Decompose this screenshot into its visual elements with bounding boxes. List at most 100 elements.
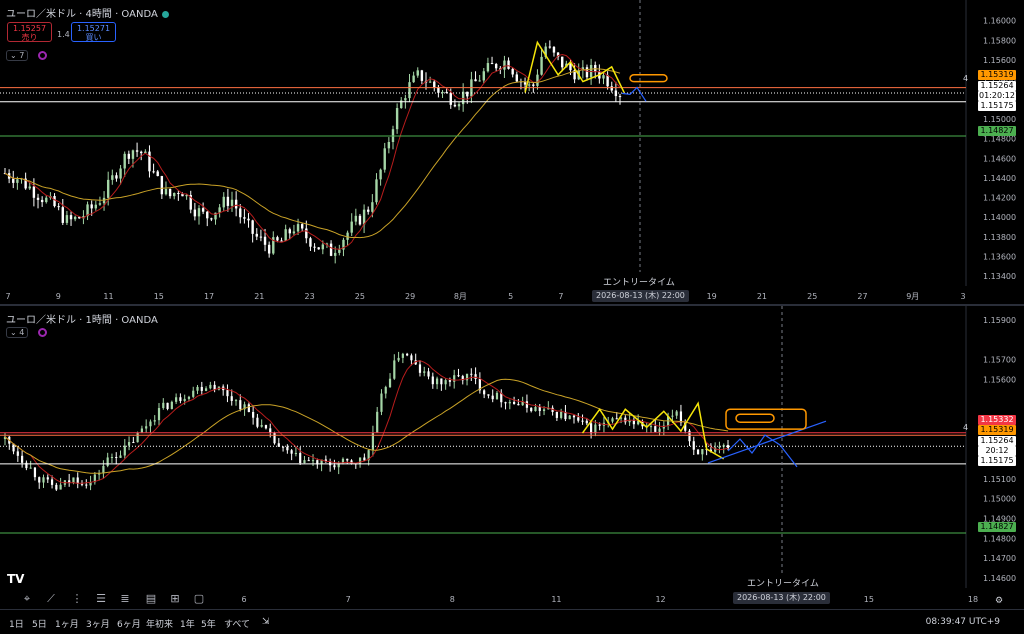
candle-body xyxy=(170,401,173,409)
clock[interactable]: 08:39:47 UTC+9 xyxy=(926,617,1000,627)
fib-channel-icon[interactable]: ≣ xyxy=(118,592,132,606)
line-label: 4 xyxy=(963,423,969,432)
candle-body xyxy=(581,420,584,422)
indicator-settings-icon[interactable] xyxy=(38,328,47,337)
projection-path xyxy=(621,86,647,102)
candle-body xyxy=(226,390,229,397)
crosshair-icon[interactable]: ⌖ xyxy=(20,592,34,606)
candle-body xyxy=(517,403,520,406)
indicator-toggle-1h[interactable]: ⌄ 4 xyxy=(6,327,29,338)
candle-body xyxy=(12,178,15,183)
candle-body xyxy=(290,450,293,454)
price-tag-white: 1.15175 xyxy=(978,456,1016,466)
trend-line xyxy=(707,420,827,464)
buy-button[interactable]: 1.15271 買い xyxy=(71,22,116,42)
candle-body xyxy=(408,82,411,99)
candle-body xyxy=(40,199,44,203)
candle-body xyxy=(98,203,102,205)
candle-body xyxy=(354,215,358,222)
timeframe-1m[interactable]: 1ヶ月 xyxy=(55,617,79,630)
timeframe-6m[interactable]: 6ヶ月 xyxy=(117,617,141,630)
candle-body xyxy=(94,204,98,209)
candle-body xyxy=(397,357,400,361)
date-axis-tick: 27 xyxy=(857,292,867,301)
chart-title-4h: ユーロ／米ドル · 4時間 · OANDA xyxy=(6,5,169,20)
price-tag-current: 1.15264 xyxy=(978,81,1016,91)
projection-path xyxy=(727,434,798,468)
chart-pane-4h[interactable]: 1.160001.158001.156001.154001.152001.150… xyxy=(0,0,1024,305)
candle-body xyxy=(321,244,325,250)
date-axis-tick: 21 xyxy=(757,292,767,301)
rect-icon[interactable]: ▢ xyxy=(192,592,206,606)
candle-body xyxy=(530,407,533,412)
date-range-icon[interactable]: ⇲ xyxy=(262,617,270,627)
timeframe-5d[interactable]: 5日 xyxy=(32,617,47,630)
price-axis-tick: 1.14700 xyxy=(983,554,1016,563)
candle-body xyxy=(383,148,386,170)
chart-canvas-1h[interactable]: 1.159001.157001.156001.154001.152001.151… xyxy=(0,306,1024,608)
price-axis-tick: 1.16000 xyxy=(983,17,1016,26)
price-axis-tick: 1.14600 xyxy=(983,574,1016,583)
candle-body xyxy=(115,457,118,459)
chart-pane-1h[interactable]: 1.159001.157001.156001.154001.152001.151… xyxy=(0,306,1024,608)
date-axis-tick: 8月 xyxy=(454,292,467,301)
candle-body xyxy=(140,151,143,154)
date-axis-tick: 21 xyxy=(254,292,264,301)
candle-body xyxy=(280,240,283,242)
candle-body xyxy=(404,98,407,101)
candle-body xyxy=(395,108,399,130)
date-axis-tick: 18 xyxy=(968,595,978,604)
candle-body xyxy=(183,398,186,401)
candle-body xyxy=(420,70,424,81)
price-tag-orange: 1.15319 xyxy=(978,425,1016,435)
candle-body xyxy=(654,426,657,432)
timeframe-1y[interactable]: 1年 xyxy=(180,617,195,630)
price-axis-tick: 1.15900 xyxy=(983,316,1016,325)
candle-body xyxy=(555,411,558,418)
candle-body xyxy=(594,424,597,434)
candle-body xyxy=(363,457,366,461)
candle-body xyxy=(624,417,627,423)
channel-icon[interactable]: ⋮ xyxy=(70,592,84,606)
candle-body xyxy=(393,360,396,379)
candle-body xyxy=(431,376,434,385)
chart-canvas-4h[interactable]: 1.160001.158001.156001.154001.152001.150… xyxy=(0,0,1024,305)
timeframe-3m[interactable]: 3ヶ月 xyxy=(86,617,110,630)
fib-icon[interactable]: ☰ xyxy=(94,592,108,606)
bottom-bar: 1日 5日 1ヶ月 3ヶ月 6ヶ月 年初来 1年 5年 すべて ⇲ 08:39:… xyxy=(0,596,1024,634)
candle-body xyxy=(269,428,272,433)
timeframe-5y[interactable]: 5年 xyxy=(201,617,216,630)
candle-body xyxy=(692,441,695,450)
date-axis-tick: 12 xyxy=(655,595,665,604)
candle-body xyxy=(701,449,704,455)
candle-body xyxy=(568,415,571,420)
candle-body xyxy=(333,465,336,468)
candle-body xyxy=(234,199,238,209)
candle-body xyxy=(418,364,422,373)
price-tag-orange: 1.15319 xyxy=(978,70,1016,80)
date-axis-tick: 29 xyxy=(405,292,415,301)
candle-body xyxy=(658,428,661,432)
candle-body xyxy=(376,411,379,433)
candle-body xyxy=(508,401,511,404)
grid-icon[interactable]: ⊞ xyxy=(168,592,182,606)
timeframe-1d[interactable]: 1日 xyxy=(9,617,24,630)
date-axis-tick: 15 xyxy=(154,292,164,301)
pattern-icon[interactable]: ▤ xyxy=(144,592,158,606)
price-axis-tick: 1.14000 xyxy=(983,213,1016,222)
trendline-icon[interactable]: ⟋ xyxy=(44,592,58,606)
candle-body xyxy=(33,467,37,478)
candle-body xyxy=(470,373,473,375)
timeframe-ytd[interactable]: 年初来 xyxy=(146,617,173,630)
date-axis-tick: 7 xyxy=(558,292,563,301)
indicator-toggle-4h[interactable]: ⌄ 7 xyxy=(6,50,29,61)
sell-button[interactable]: 1.15257 売り xyxy=(7,22,52,42)
candle-body xyxy=(466,91,469,97)
settings-gear-icon[interactable]: ⚙ xyxy=(995,596,1003,606)
candle-body xyxy=(110,457,114,459)
chart-title-1h: ユーロ／米ドル · 1時間 · OANDA xyxy=(6,311,158,326)
timeframe-all[interactable]: すべて xyxy=(224,617,250,630)
candle-body xyxy=(512,401,516,404)
candle-body xyxy=(61,207,64,223)
indicator-settings-icon[interactable] xyxy=(38,51,47,60)
